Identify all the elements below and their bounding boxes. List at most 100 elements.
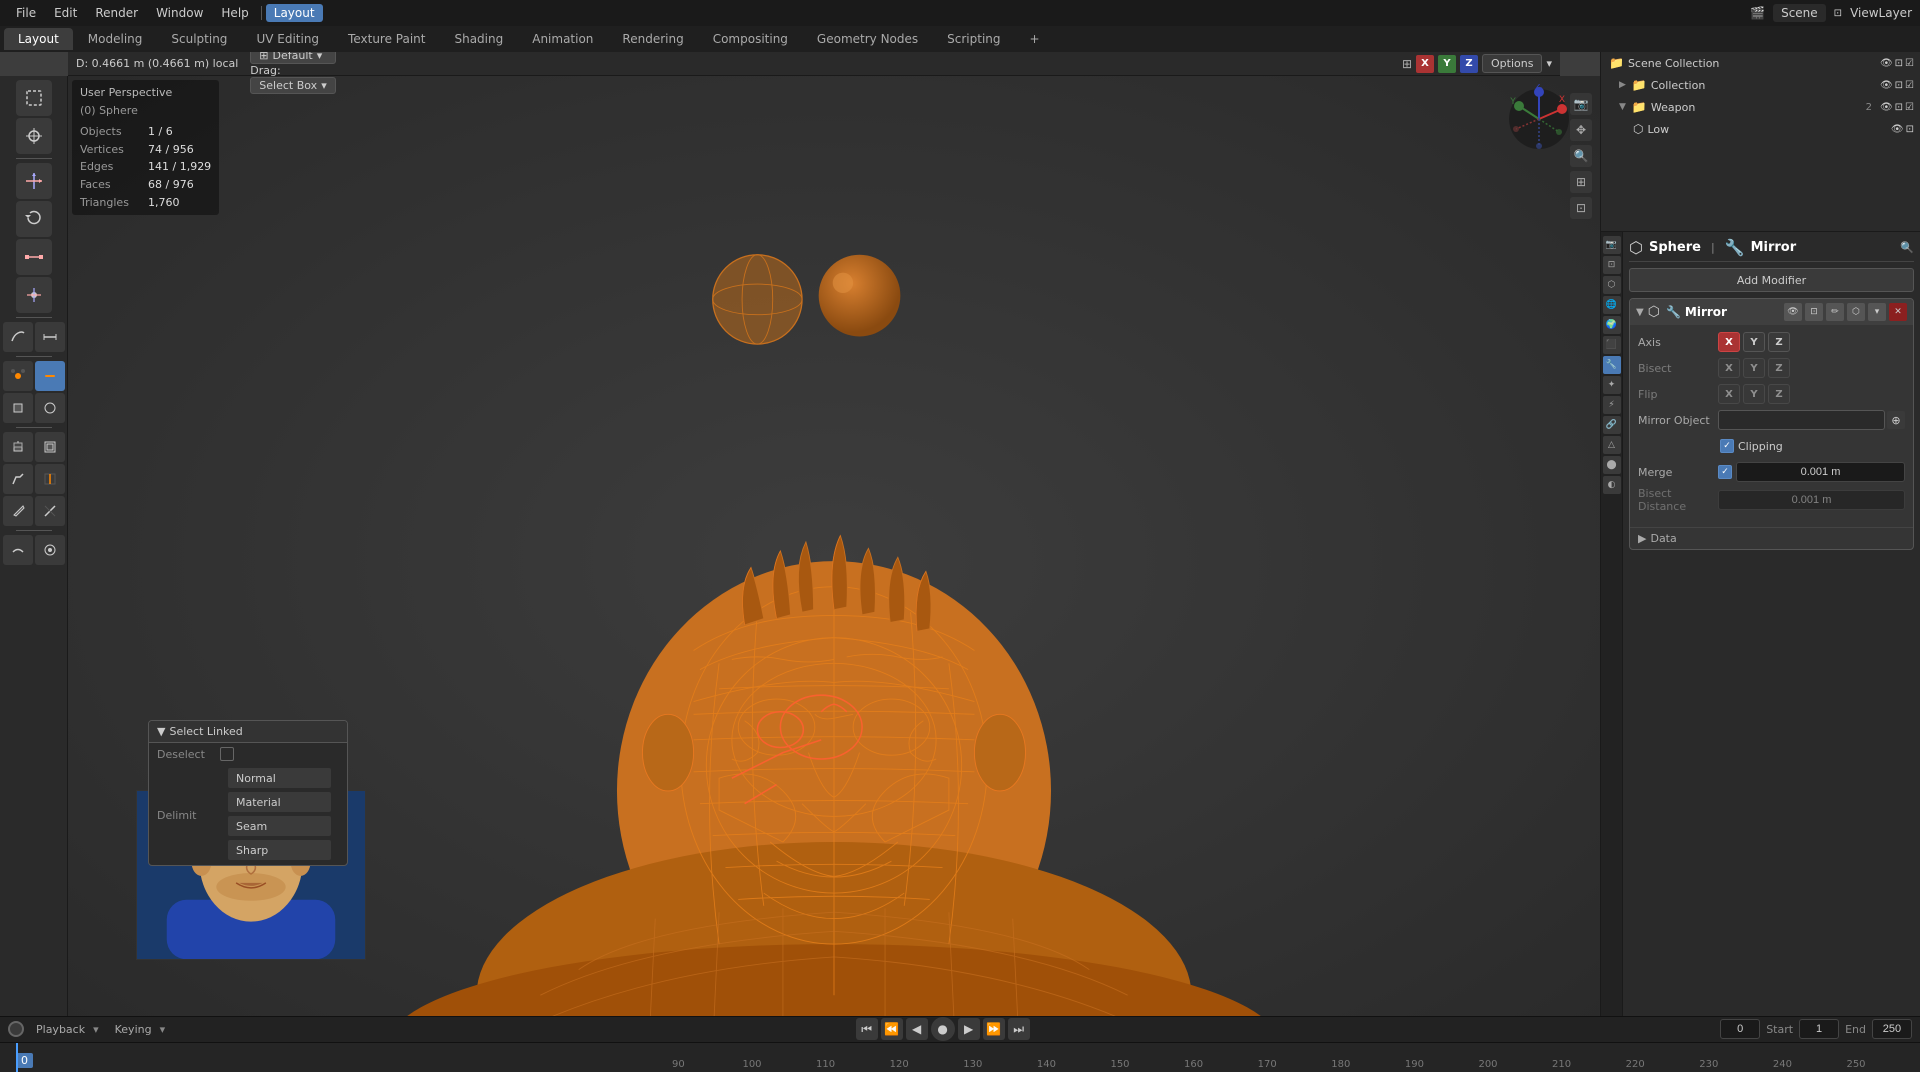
knife-btn[interactable]: [3, 496, 33, 526]
outliner-scene-collection[interactable]: 📁 Scene Collection 👁 ⊡ ☑: [1601, 52, 1920, 74]
mirror-obj-pick-btn[interactable]: ⊕: [1887, 411, 1905, 429]
flip-y-btn[interactable]: Y: [1743, 384, 1765, 404]
jump-end-btn[interactable]: ⏭: [1008, 1018, 1030, 1040]
flip-x-btn[interactable]: X: [1718, 384, 1740, 404]
view-options-btn[interactable]: ⊞: [1570, 171, 1592, 193]
collection-view-icon[interactable]: 👁: [1880, 80, 1893, 91]
select-box-tool-btn[interactable]: [16, 80, 52, 116]
start-frame-input[interactable]: [1799, 1019, 1839, 1039]
options-button[interactable]: Options: [1482, 54, 1542, 73]
drag-selector[interactable]: Select Box ▾: [250, 77, 335, 94]
modifier-mirror-header[interactable]: ▼ ⬡ 🔧 Mirror 👁 ⊡ ✏ ⬡ ▾ ✕: [1630, 299, 1913, 325]
edge-select-btn[interactable]: [35, 361, 65, 391]
record-btn[interactable]: [8, 1021, 24, 1037]
tab-texture-paint[interactable]: Texture Paint: [334, 28, 439, 50]
bisect-dist-input[interactable]: [1718, 490, 1905, 510]
outliner-low[interactable]: ⬡ Low 👁 ⊡: [1601, 118, 1920, 140]
step-fwd-btn[interactable]: ⏩: [983, 1018, 1005, 1040]
prop-shading-icon[interactable]: ◐: [1603, 476, 1621, 494]
prop-particles-icon[interactable]: ✦: [1603, 376, 1621, 394]
smooth-btn[interactable]: [3, 535, 33, 565]
step-back-btn[interactable]: ⏪: [881, 1018, 903, 1040]
axis-x-btn[interactable]: X: [1718, 332, 1740, 352]
mirror-obj-input[interactable]: [1718, 410, 1885, 430]
axis-z-btn[interactable]: Z: [1768, 332, 1790, 352]
rotate-tool-btn[interactable]: [16, 201, 52, 237]
main-viewport[interactable]: User Perspective (0) Sphere Objects 1 / …: [68, 76, 1600, 1016]
play-btn[interactable]: ▶: [958, 1018, 980, 1040]
transform-tool-btn[interactable]: [16, 277, 52, 313]
scene-name[interactable]: Scene: [1773, 4, 1826, 22]
z-axis-btn[interactable]: Z: [1460, 55, 1478, 73]
tab-uv-editing[interactable]: UV Editing: [242, 28, 333, 50]
flip-z-btn[interactable]: Z: [1768, 384, 1790, 404]
modifier-render-btn[interactable]: ⊡: [1805, 303, 1823, 321]
measure-btn[interactable]: [35, 322, 65, 352]
prop-modifier-icon[interactable]: 🔧: [1603, 356, 1621, 374]
tab-scripting[interactable]: Scripting: [933, 28, 1014, 50]
bisect-x-btn[interactable]: X: [1718, 358, 1740, 378]
tab-geometry-nodes[interactable]: Geometry Nodes: [803, 28, 932, 50]
loop-select-btn[interactable]: [35, 393, 65, 423]
x-axis-btn[interactable]: X: [1416, 55, 1434, 73]
low-view-icon[interactable]: 👁: [1891, 124, 1904, 135]
prop-material-icon[interactable]: ⬤: [1603, 456, 1621, 474]
prop-view-layer-icon[interactable]: ⬡: [1603, 276, 1621, 294]
bisect-z-btn[interactable]: Z: [1768, 358, 1790, 378]
weapon-view-icon[interactable]: 👁: [1880, 102, 1893, 113]
annotate-btn[interactable]: [3, 322, 33, 352]
bisect-btn[interactable]: [35, 496, 65, 526]
delimit-material-btn[interactable]: Material: [228, 792, 331, 812]
end-frame-input[interactable]: [1872, 1019, 1912, 1039]
menu-help[interactable]: Help: [213, 4, 256, 22]
stop-btn[interactable]: ●: [931, 1017, 955, 1041]
scale-tool-btn[interactable]: [16, 239, 52, 275]
menu-render[interactable]: Render: [87, 4, 146, 22]
pan-view-btn[interactable]: ✥: [1570, 119, 1592, 141]
bevel-btn[interactable]: [3, 464, 33, 494]
weapon-exclude-icon[interactable]: ☑: [1905, 102, 1914, 113]
delimit-normal-btn[interactable]: Normal: [228, 768, 331, 788]
menu-file[interactable]: File: [8, 4, 44, 22]
modifier-view-btn[interactable]: 👁: [1784, 303, 1802, 321]
move-tool-btn[interactable]: [16, 163, 52, 199]
play-back-btn[interactable]: ◀: [906, 1018, 928, 1040]
tab-compositing[interactable]: Compositing: [699, 28, 802, 50]
modifier-delete-btn[interactable]: ✕: [1889, 303, 1907, 321]
weapon-render-icon[interactable]: ⊡: [1895, 102, 1903, 113]
outliner-weapon[interactable]: ▼ 📁 Weapon 2 👁 ⊡ ☑: [1601, 96, 1920, 118]
menu-edit[interactable]: Edit: [46, 4, 85, 22]
current-frame-input[interactable]: [1720, 1019, 1760, 1039]
tab-rendering[interactable]: Rendering: [608, 28, 697, 50]
scene-coll-render-icon[interactable]: ⊡: [1895, 58, 1903, 69]
prop-object-icon[interactable]: ⬛: [1603, 336, 1621, 354]
merge-value-input[interactable]: [1736, 462, 1905, 482]
tab-sculpting[interactable]: Sculpting: [157, 28, 241, 50]
view-layer-name[interactable]: ViewLayer: [1850, 6, 1912, 20]
prop-physics-icon[interactable]: ⚡: [1603, 396, 1621, 414]
cursor-tool-btn[interactable]: [16, 118, 52, 154]
prop-constraints-icon[interactable]: 🔗: [1603, 416, 1621, 434]
modifier-apply-btn[interactable]: ▾: [1868, 303, 1886, 321]
tab-modeling[interactable]: Modeling: [74, 28, 157, 50]
prop-output-icon[interactable]: ⊡: [1603, 256, 1621, 274]
collection-exclude-icon[interactable]: ☑: [1905, 80, 1914, 91]
modifier-edit-btn[interactable]: ✏: [1826, 303, 1844, 321]
timeline-ruler[interactable]: 0 90 100 110 120 130 140 150 160 170 180…: [0, 1043, 1920, 1072]
prop-render-icon[interactable]: 📷: [1603, 236, 1621, 254]
prop-search-icon[interactable]: 🔍: [1900, 241, 1914, 254]
add-modifier-btn[interactable]: Add Modifier: [1629, 268, 1914, 292]
prop-data-icon[interactable]: △: [1603, 436, 1621, 454]
scene-coll-view-icon[interactable]: 👁: [1880, 58, 1893, 69]
data-section-toggle[interactable]: ▶ Data: [1638, 532, 1905, 545]
loop-cut-btn[interactable]: [35, 464, 65, 494]
menu-window[interactable]: Window: [148, 4, 211, 22]
vertex-select-btn[interactable]: [3, 361, 33, 391]
prop-scene-icon[interactable]: 🌐: [1603, 296, 1621, 314]
tab-add[interactable]: +: [1016, 28, 1054, 50]
y-axis-btn[interactable]: Y: [1438, 55, 1456, 73]
merge-checkbox[interactable]: ✓: [1718, 465, 1732, 479]
deselect-checkbox[interactable]: [220, 747, 234, 761]
outliner-collection[interactable]: ▶ 📁 Collection 👁 ⊡ ☑: [1601, 74, 1920, 96]
axis-y-btn[interactable]: Y: [1743, 332, 1765, 352]
